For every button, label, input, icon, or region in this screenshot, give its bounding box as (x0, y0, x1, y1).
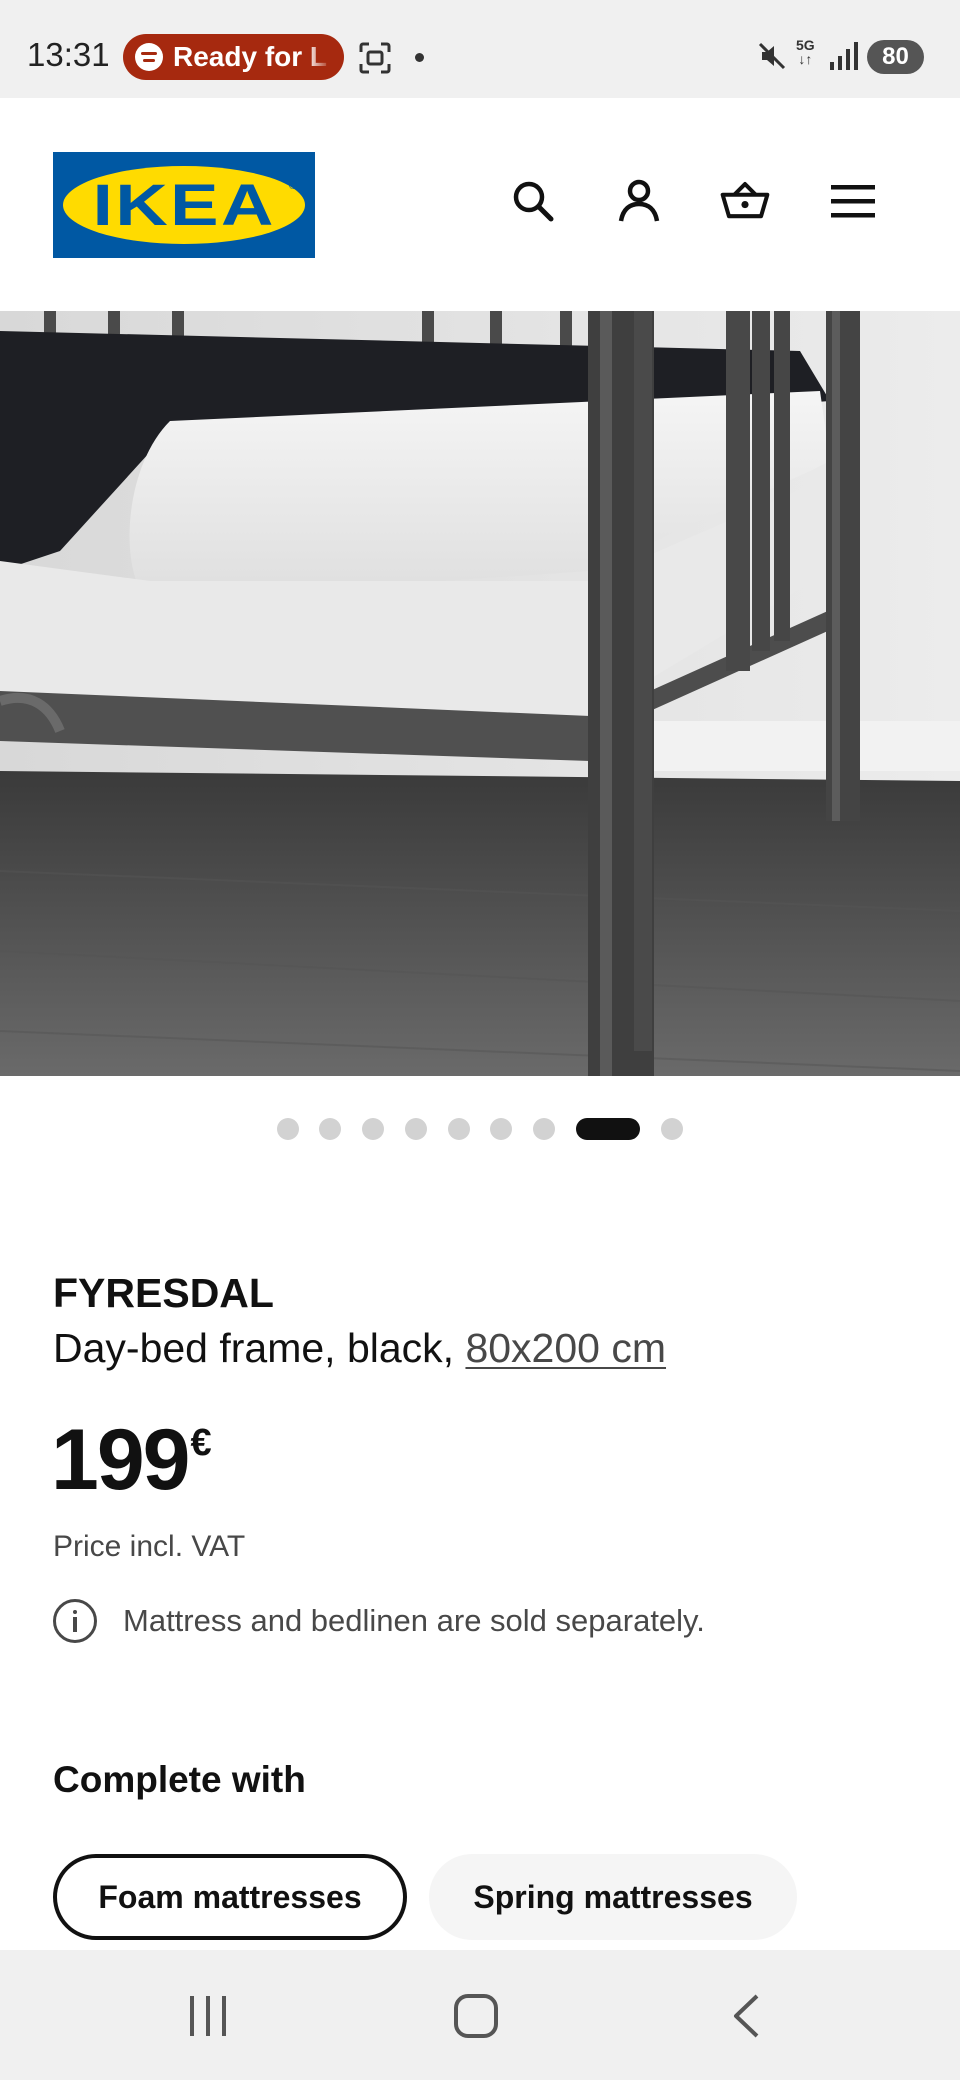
carousel-dot[interactable] (490, 1118, 512, 1140)
mute-icon (758, 42, 786, 70)
carousel-dot[interactable] (362, 1118, 384, 1140)
menu-icon (831, 185, 875, 218)
info-note: Mattress and bedlinen are sold separatel… (53, 1599, 705, 1643)
network-5g: 5G ↓↑ (796, 37, 815, 67)
logo-text: IKEA (92, 172, 276, 238)
carousel-dot[interactable] (405, 1118, 427, 1140)
carousel-dot[interactable] (319, 1118, 341, 1140)
status-time: 13:31 (27, 36, 110, 73)
price-currency: € (190, 1422, 212, 1464)
carousel-dots (0, 1118, 960, 1140)
search-icon (513, 181, 554, 222)
info-text: Mattress and bedlinen are sold separatel… (123, 1603, 705, 1638)
account-button[interactable] (614, 176, 664, 226)
size-link[interactable]: 80x200 cm (465, 1325, 666, 1371)
now-playing-chip[interactable]: Ready for L (123, 34, 344, 80)
price-amount: 199 (51, 1412, 190, 1508)
menu-button[interactable] (828, 176, 878, 226)
carousel-dot[interactable] (533, 1118, 555, 1140)
recent-apps-icon (190, 1996, 226, 2036)
spotify-icon (135, 43, 163, 71)
recent-apps-button[interactable] (163, 1976, 253, 2056)
now-playing-label: Ready for L (173, 41, 328, 72)
carousel-dot[interactable] (661, 1118, 683, 1140)
price-note: Price incl. VAT (53, 1530, 246, 1563)
spring-mattresses-chip[interactable]: Spring mattresses (429, 1854, 797, 1940)
screenshot-icon (359, 42, 391, 74)
system-nav-bar (0, 1950, 960, 2080)
product-price: 199 € (51, 1412, 212, 1508)
complete-with-title: Complete with (53, 1759, 306, 1800)
account-icon (618, 179, 660, 222)
site-header: IKEA ® (0, 98, 960, 311)
info-icon (53, 1599, 97, 1643)
ikea-logo[interactable]: IKEA ® (53, 152, 315, 258)
carousel-dot[interactable] (448, 1118, 470, 1140)
home-button[interactable] (431, 1976, 521, 2056)
battery-icon: 80 (867, 40, 924, 74)
product-image[interactable] (0, 311, 960, 1076)
signal-icon (830, 42, 858, 70)
carousel-dot-active[interactable] (576, 1118, 640, 1140)
notification-dot (415, 53, 424, 62)
cart-icon (720, 182, 770, 219)
product-name: FYRESDAL (53, 1270, 274, 1316)
day-bed-photo (0, 311, 960, 1076)
foam-mattresses-chip[interactable]: Foam mattresses (53, 1854, 407, 1940)
product-description: Day-bed frame, black, 80x200 cm (53, 1325, 667, 1371)
carousel-dot[interactable] (277, 1118, 299, 1140)
back-icon (734, 1994, 759, 2038)
search-button[interactable] (508, 176, 558, 226)
status-bar: 13:31 Ready for L 5G ↓↑ 80 (0, 0, 960, 98)
cart-button[interactable] (720, 176, 770, 226)
back-button[interactable] (701, 1976, 791, 2056)
home-icon (454, 1994, 498, 2038)
